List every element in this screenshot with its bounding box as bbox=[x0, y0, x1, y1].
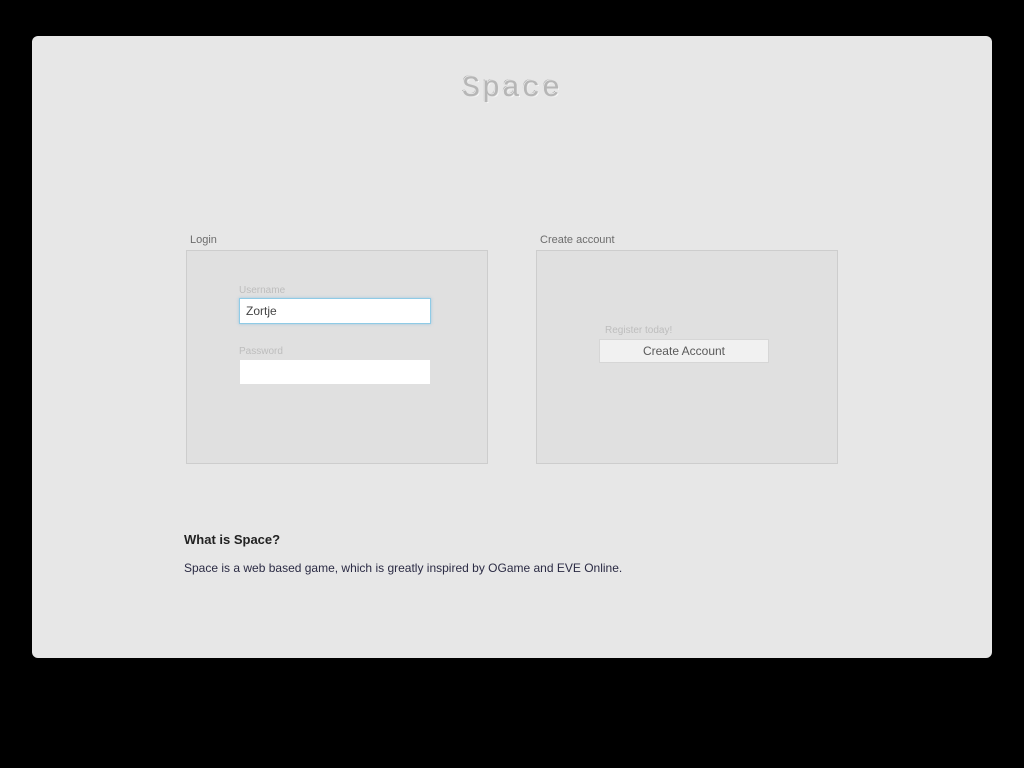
about-body: Space is a web based game, which is grea… bbox=[184, 561, 844, 575]
password-label: Password bbox=[239, 346, 435, 357]
username-field-block: Username bbox=[239, 285, 435, 324]
app-card: Space Login Username Password Create acc… bbox=[32, 36, 992, 658]
register-panel: Register today! Create Account bbox=[536, 250, 838, 464]
register-prompt: Register today! bbox=[599, 325, 785, 336]
app-title: Space bbox=[32, 36, 992, 106]
username-input[interactable] bbox=[239, 298, 431, 324]
register-panel-label: Create account bbox=[536, 234, 838, 246]
login-panel: Username Password bbox=[186, 250, 488, 464]
about-section: What is Space? Space is a web based game… bbox=[184, 532, 844, 575]
password-input[interactable] bbox=[239, 359, 431, 385]
create-account-button[interactable]: Create Account bbox=[599, 339, 769, 363]
login-panel-label: Login bbox=[186, 234, 488, 246]
panel-row: Login Username Password Create account R… bbox=[32, 234, 992, 464]
register-panel-wrap: Create account Register today! Create Ac… bbox=[536, 234, 838, 464]
about-heading: What is Space? bbox=[184, 532, 844, 547]
password-field-block: Password bbox=[239, 346, 435, 385]
username-label: Username bbox=[239, 285, 435, 296]
login-panel-wrap: Login Username Password bbox=[186, 234, 488, 464]
register-area: Register today! Create Account bbox=[589, 285, 785, 363]
